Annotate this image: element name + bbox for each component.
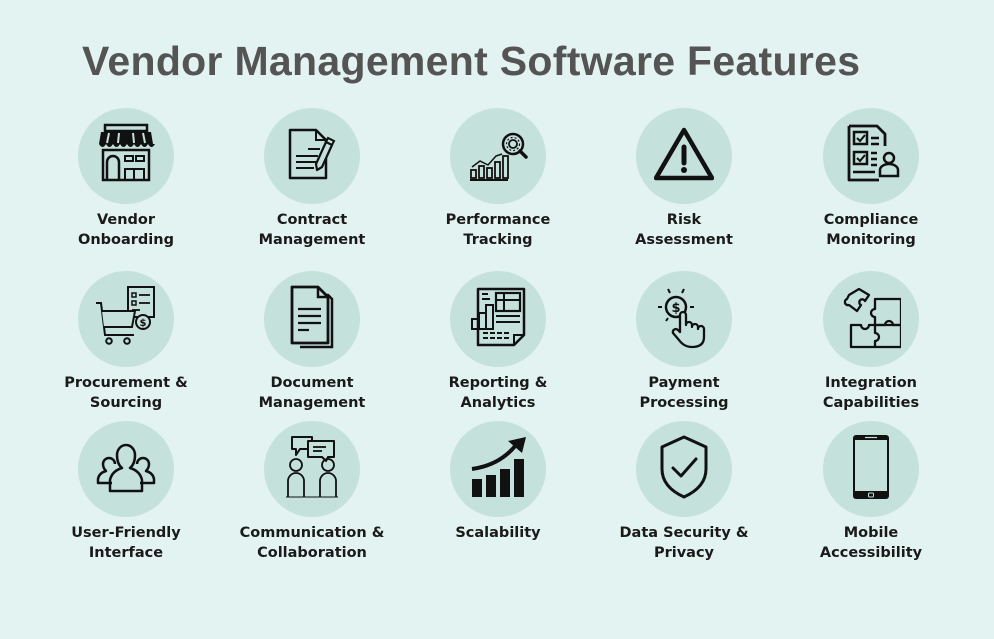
icon-circle: [78, 421, 174, 517]
users-icon: [96, 443, 156, 493]
icon-circle: $: [78, 271, 174, 367]
icon-circle: [450, 108, 546, 204]
icon-circle: [450, 421, 546, 517]
icon-circle: [450, 271, 546, 367]
icon-circle: $: [636, 271, 732, 367]
icon-circle: [78, 108, 174, 204]
warning-triangle-icon: [654, 127, 714, 181]
icon-circle: [264, 421, 360, 517]
feature-label: Payment Processing: [639, 375, 729, 411]
shield-check-icon: [660, 435, 708, 499]
feature-label: Vendor Onboarding: [78, 212, 174, 248]
icon-circle: [636, 421, 732, 517]
icon-circle: [823, 108, 919, 204]
feature-label: Reporting & Analytics: [448, 375, 548, 411]
feature-label: User-Friendly Interface: [71, 525, 181, 561]
feature-label: Scalability: [455, 525, 541, 541]
icon-circle: [636, 108, 732, 204]
feature-label: Compliance Monitoring: [823, 212, 919, 248]
feature-label: Integration Capabilities: [822, 375, 920, 411]
coin-tap-icon: $: [658, 288, 706, 349]
icon-circle: [264, 271, 360, 367]
feature-label: Performance Tracking: [445, 212, 551, 248]
feature-label: Document Management: [258, 375, 366, 411]
icon-circle: [823, 271, 919, 367]
storefront-icon: [99, 123, 155, 182]
puzzle-icon: [843, 287, 901, 349]
feature-label: Risk Assessment: [635, 212, 733, 248]
svg-text:$: $: [140, 318, 147, 329]
feature-label: Procurement & Sourcing: [64, 375, 188, 411]
report-icon: [471, 287, 526, 347]
feature-label: Mobile Accessibility: [819, 525, 923, 561]
growth-chart-icon: [471, 437, 526, 497]
icon-circle: [264, 108, 360, 204]
feature-label: Data Security & Privacy: [619, 525, 749, 561]
chat-people-icon: [286, 436, 338, 498]
smartphone-icon: [853, 435, 889, 499]
contract-pen-icon: [288, 128, 336, 180]
feature-label: Communication & Collaboration: [239, 525, 385, 561]
icon-circle: [823, 421, 919, 517]
page-title: Vendor Management Software Features: [82, 38, 861, 84]
documents-icon: [290, 285, 334, 349]
cart-invoice-icon: $: [96, 286, 155, 345]
checklist-user-icon: [847, 124, 900, 182]
chart-magnifier-icon: [470, 132, 528, 181]
feature-label: Contract Management: [258, 212, 366, 248]
